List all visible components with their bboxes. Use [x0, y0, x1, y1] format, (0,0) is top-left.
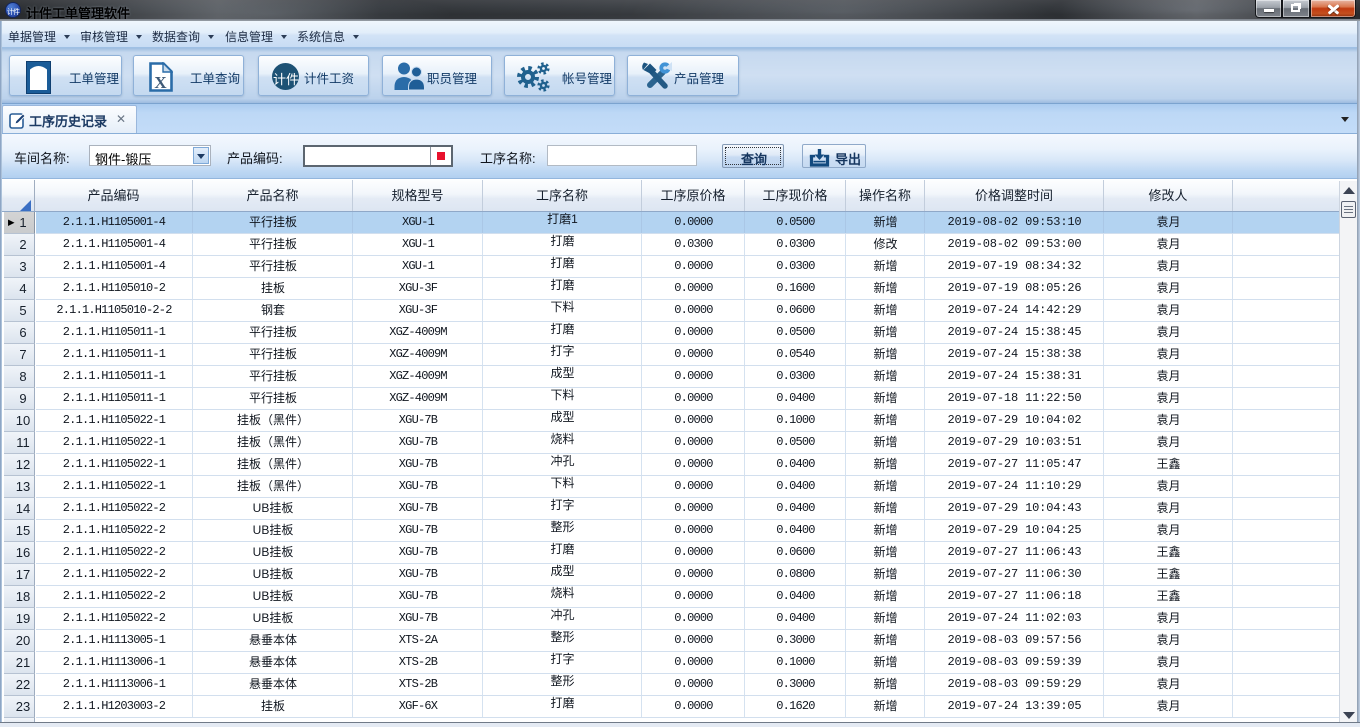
- svg-text:X: X: [154, 73, 167, 92]
